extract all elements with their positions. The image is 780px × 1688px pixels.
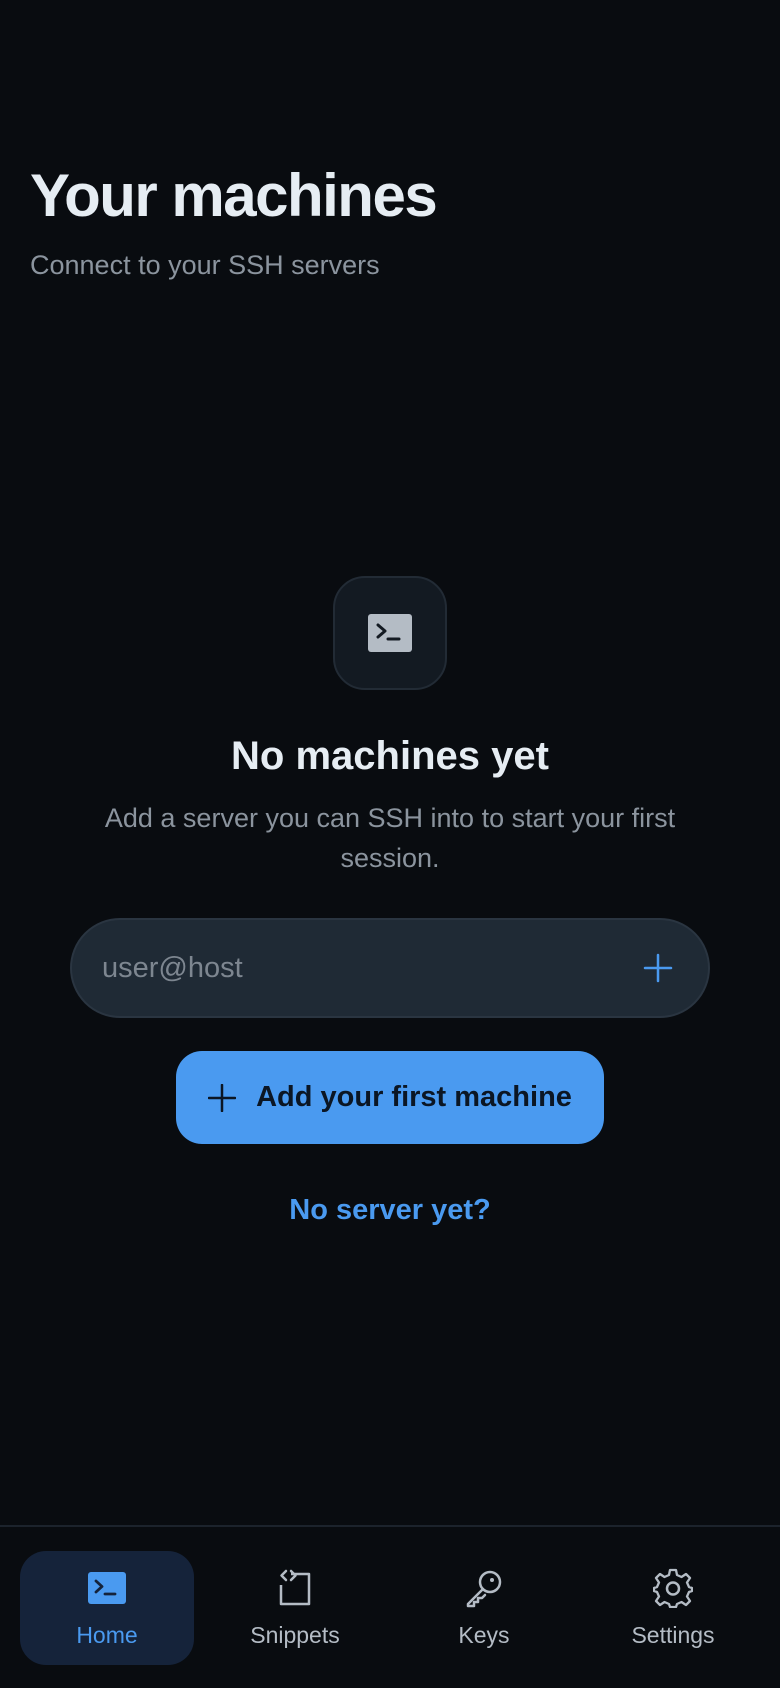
- nav-item-settings[interactable]: Settings: [586, 1551, 760, 1665]
- nav-label-snippets: Snippets: [250, 1621, 340, 1648]
- add-host-button[interactable]: [638, 948, 678, 988]
- nav-label-settings: Settings: [631, 1621, 715, 1648]
- nav-label-home: Home: [76, 1621, 138, 1648]
- page-header: Your machines Connect to your SSH server…: [30, 160, 438, 282]
- code-file-icon: [275, 1568, 315, 1608]
- no-server-link[interactable]: No server yet?: [0, 1190, 780, 1230]
- plus-icon: [643, 953, 673, 983]
- terminal-icon: [368, 614, 412, 652]
- page-subtitle: Connect to your SSH servers: [30, 250, 380, 280]
- empty-state-description: Add a server you can SSH into to start y…: [104, 803, 676, 873]
- nav-item-home[interactable]: Home: [20, 1551, 194, 1665]
- host-input[interactable]: [102, 951, 638, 985]
- nav-item-keys[interactable]: Keys: [397, 1551, 571, 1665]
- page-title: Your machines: [30, 162, 438, 229]
- bottom-nav: Home Snippets Keys Settings: [0, 1525, 780, 1688]
- gear-icon: [653, 1568, 693, 1608]
- nav-label-keys: Keys: [458, 1621, 510, 1648]
- add-first-machine-button[interactable]: Add your first machine: [176, 1051, 604, 1144]
- empty-state-title: No machines yet: [231, 734, 549, 778]
- key-icon: [464, 1568, 504, 1608]
- add-first-machine-label: Add your first machine: [256, 1081, 572, 1113]
- terminal-icon: [87, 1568, 127, 1608]
- empty-state-icon-container: [333, 576, 447, 690]
- host-field: [70, 918, 710, 1018]
- home-screen: Your machines Connect to your SSH server…: [0, 0, 780, 1688]
- nav-item-snippets[interactable]: Snippets: [208, 1551, 382, 1665]
- plus-icon: [208, 1083, 237, 1112]
